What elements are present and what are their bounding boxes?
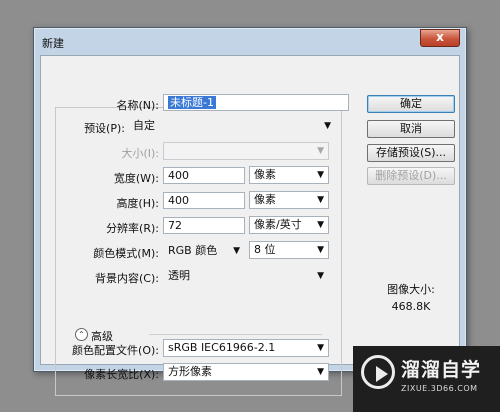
chevron-down-icon: ▼ <box>324 121 331 131</box>
chevron-down-icon: ▼ <box>317 146 324 156</box>
chevron-down-icon: ▼ <box>317 343 324 353</box>
image-size-value: 468.8K <box>391 300 431 313</box>
width-unit-select[interactable]: 像素 ▼ <box>249 166 329 184</box>
ok-button[interactable]: 确定 <box>367 95 455 113</box>
color-mode-label: 颜色模式(M): <box>93 247 159 260</box>
close-icon: x <box>436 30 444 44</box>
height-label: 高度(H): <box>116 197 159 210</box>
preset-select[interactable]: 自定 ▼ <box>128 117 336 135</box>
height-input[interactable]: 400 <box>163 192 245 209</box>
close-button[interactable]: x <box>420 29 460 47</box>
preset-value: 自定 <box>133 119 155 132</box>
collapse-advanced-icon[interactable]: ⌃ <box>75 328 88 341</box>
size-select: ▼ <box>163 142 329 160</box>
dialog-body: 名称(N): 未标题-1 预设(P): 自定 ▼ 大小(I): ▼ 宽度(W):… <box>40 55 460 396</box>
pixel-aspect-value: 方形像素 <box>168 365 212 378</box>
resolution-unit-select[interactable]: 像素/英寸 ▼ <box>249 216 329 234</box>
cancel-button[interactable]: 取消 <box>367 120 455 138</box>
resolution-input[interactable]: 72 <box>163 217 245 234</box>
width-unit-value: 像素 <box>254 168 276 181</box>
resolution-label: 分辨率(R): <box>106 222 159 235</box>
name-label: 名称(N): <box>116 99 159 112</box>
chevron-down-icon: ▼ <box>317 271 324 281</box>
width-label: 宽度(W): <box>113 172 159 185</box>
watermark-title: 溜溜自学 <box>401 359 482 381</box>
bit-depth-value: 8 位 <box>254 243 276 256</box>
dialog-title: 新建 <box>42 37 64 50</box>
width-input[interactable]: 400 <box>163 167 245 184</box>
color-profile-label: 颜色配置文件(O): <box>72 344 159 357</box>
play-logo-icon <box>361 355 395 389</box>
chevron-down-icon: ▼ <box>317 245 324 255</box>
watermark-logo: 溜溜自学 ZIXUE.3D66.COM <box>353 346 500 412</box>
chevron-down-icon: ▼ <box>317 170 324 180</box>
color-profile-value: sRGB IEC61966-2.1 <box>168 341 276 354</box>
save-preset-button[interactable]: 存储预设(S)... <box>367 144 455 162</box>
chevron-down-icon: ▼ <box>317 195 324 205</box>
height-unit-select[interactable]: 像素 ▼ <box>249 191 329 209</box>
bit-depth-select[interactable]: 8 位 ▼ <box>249 241 329 259</box>
chevron-down-icon: ▼ <box>317 367 324 377</box>
background-select[interactable]: 透明 ▼ <box>163 267 329 285</box>
resolution-unit-value: 像素/英寸 <box>254 218 302 231</box>
new-document-dialog: 新建 x 名称(N): 未标题-1 预设(P): 自定 ▼ 大小(I): ▼ 宽… <box>33 27 467 396</box>
name-value: 未标题-1 <box>168 96 216 109</box>
color-mode-select[interactable]: RGB 颜色 ▼ <box>163 242 245 260</box>
title-bar[interactable]: 新建 x <box>34 28 466 54</box>
chevron-down-icon: ▼ <box>233 246 240 256</box>
watermark-subtitle: ZIXUE.3D66.COM <box>401 384 478 393</box>
background-label: 背景内容(C): <box>95 272 159 285</box>
name-input[interactable]: 未标题-1 <box>163 94 349 111</box>
color-profile-select[interactable]: sRGB IEC61966-2.1 ▼ <box>163 339 329 357</box>
color-mode-value: RGB 颜色 <box>168 244 218 257</box>
height-unit-value: 像素 <box>254 193 276 206</box>
image-size-label: 图像大小: <box>387 283 435 296</box>
delete-preset-button: 删除预设(D)... <box>367 167 455 185</box>
chevron-down-icon: ▼ <box>317 220 324 230</box>
preset-label: 预设(P): <box>84 122 125 135</box>
advanced-divider <box>149 334 322 335</box>
background-value: 透明 <box>168 269 190 282</box>
pixel-aspect-label: 像素长宽比(X): <box>84 368 159 381</box>
pixel-aspect-select[interactable]: 方形像素 ▼ <box>163 363 329 381</box>
size-label: 大小(I): <box>121 147 159 160</box>
